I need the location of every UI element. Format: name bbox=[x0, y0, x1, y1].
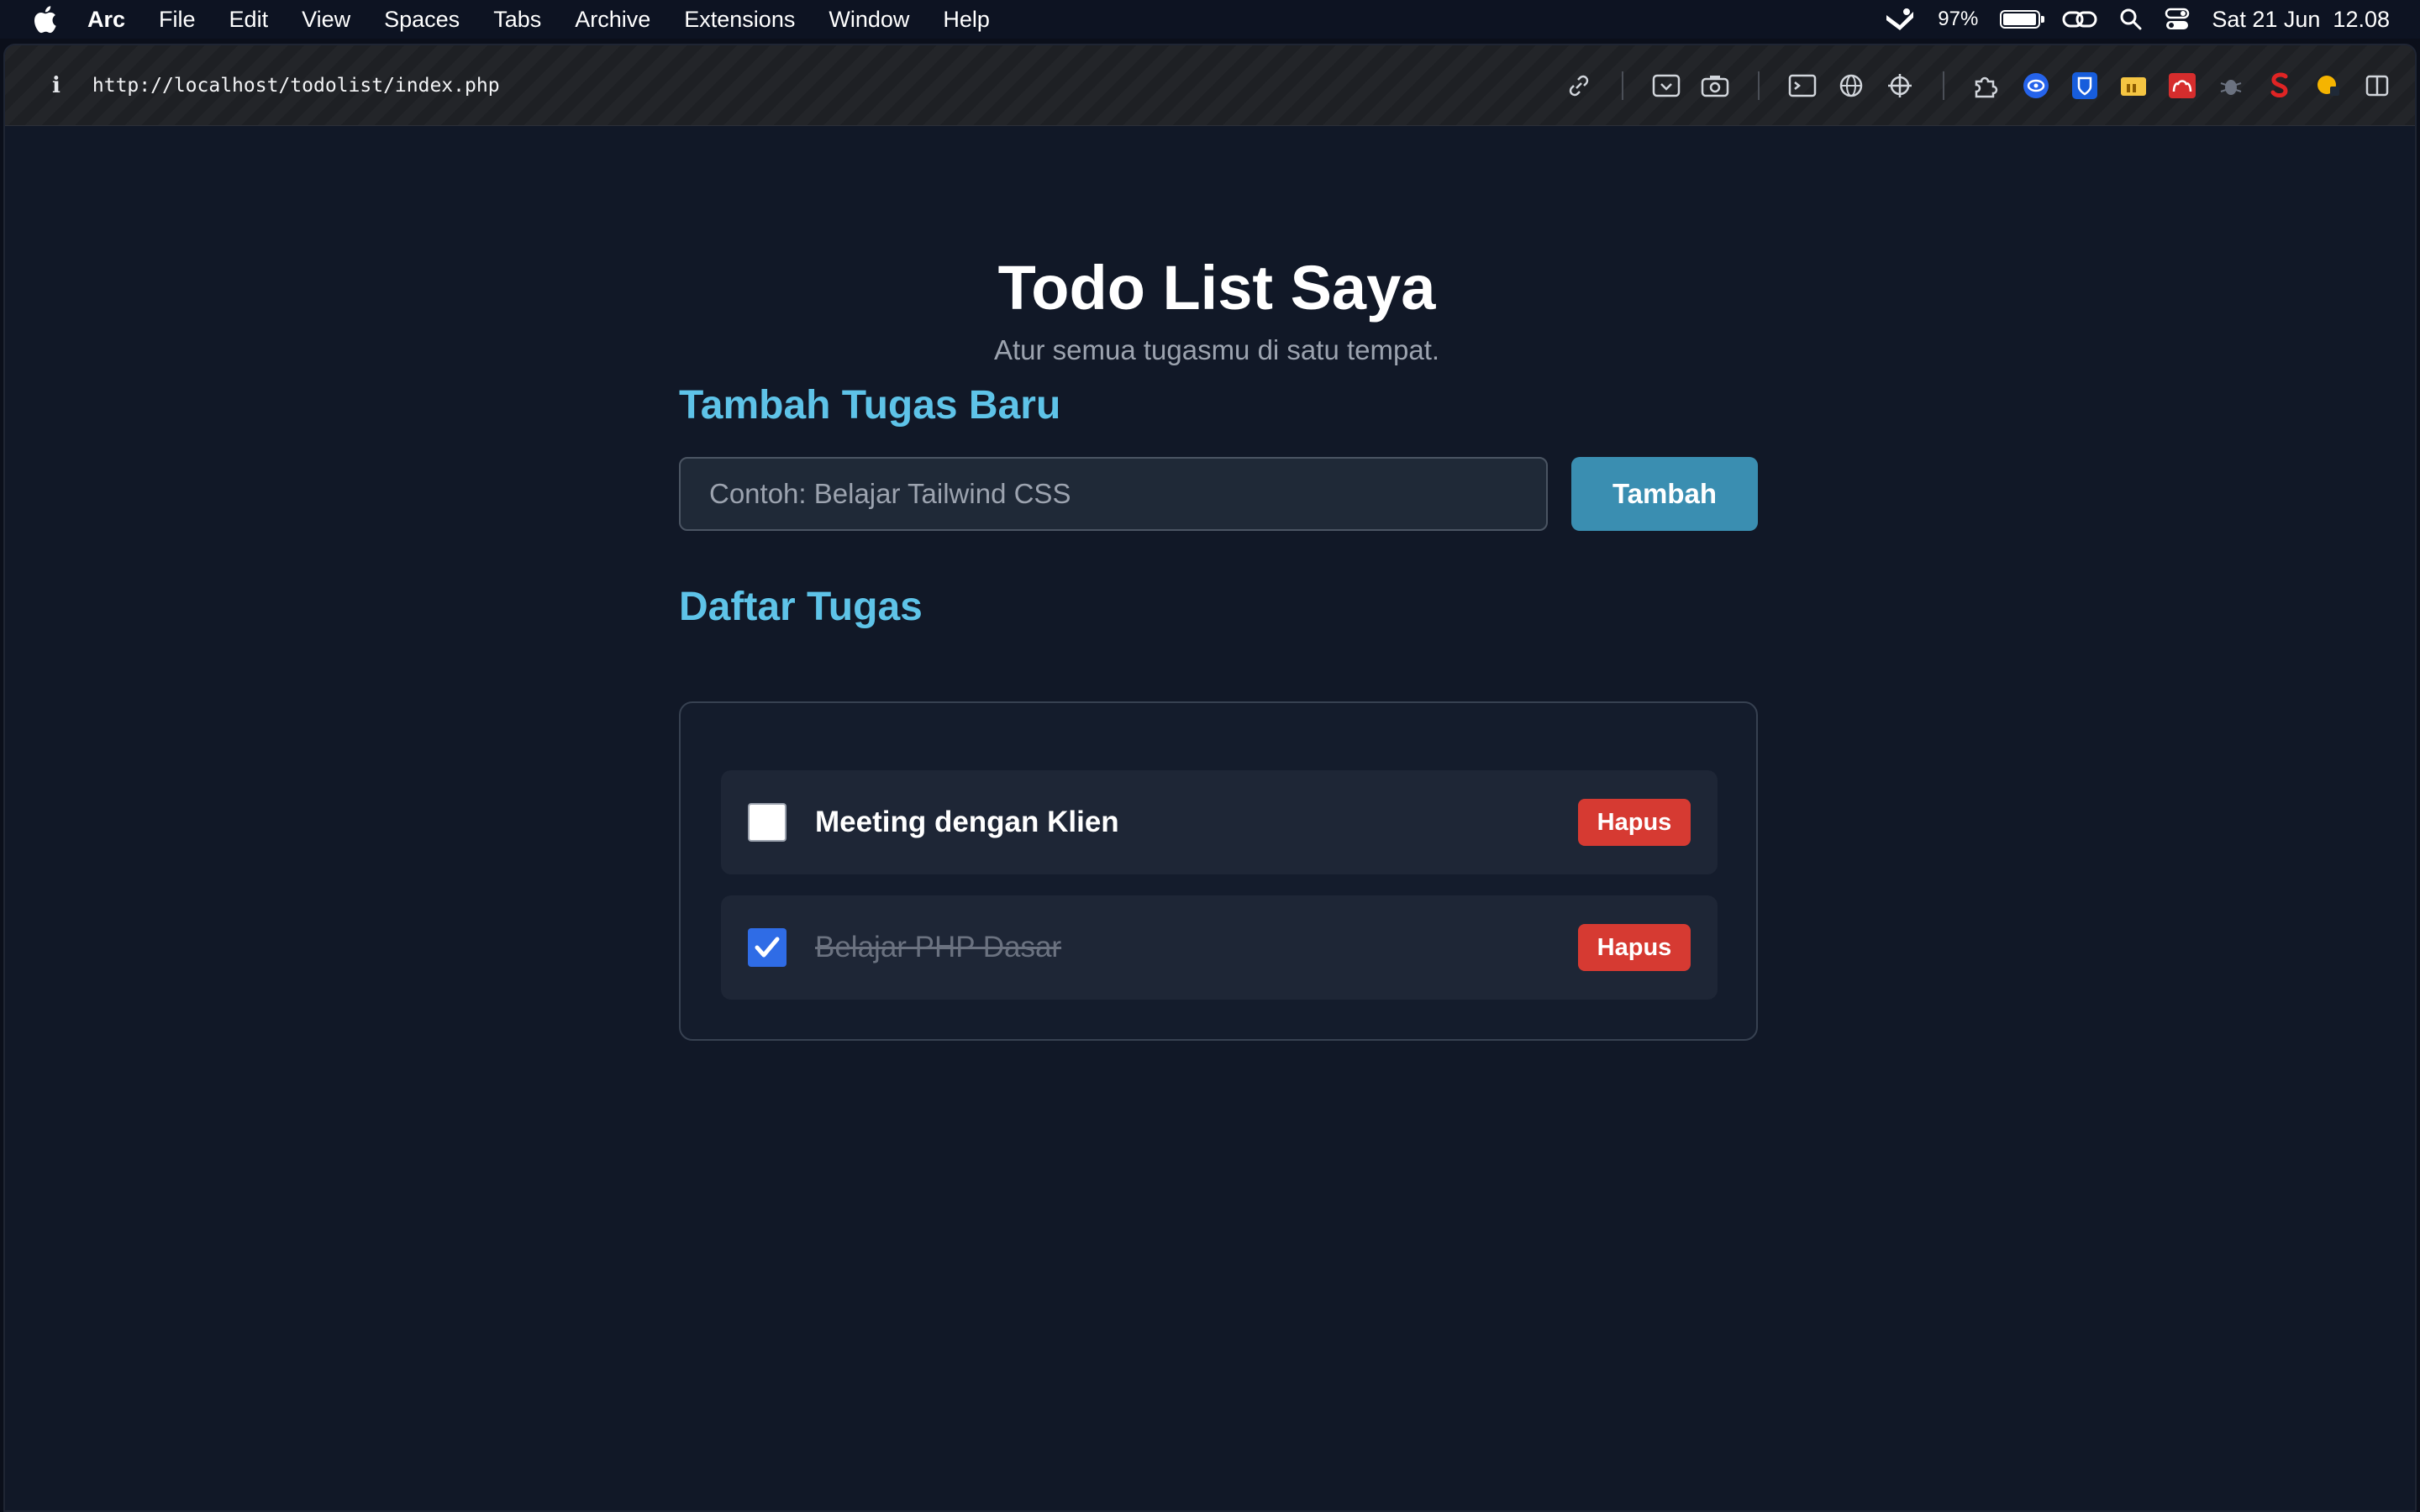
delete-task-button[interactable]: Hapus bbox=[1578, 924, 1691, 971]
menu-edit[interactable]: Edit bbox=[229, 7, 269, 33]
page-title: Todo List Saya bbox=[997, 253, 1436, 323]
shelf-app-icon[interactable] bbox=[1884, 7, 1916, 32]
task-label: Meeting dengan Klien bbox=[815, 806, 1119, 838]
task-list-heading: Daftar Tugas bbox=[679, 585, 923, 629]
add-task-heading: Tambah Tugas Baru bbox=[679, 383, 1061, 428]
menu-tabs[interactable]: Tabs bbox=[493, 7, 541, 33]
menubar-clock[interactable]: Sat 21 Jun 12.08 bbox=[2212, 7, 2390, 33]
site-info-icon[interactable]: i bbox=[52, 73, 60, 98]
bug-extension-icon[interactable] bbox=[2217, 71, 2245, 100]
toolbar-divider bbox=[1943, 71, 1944, 100]
macos-menu-bar: Arc File Edit View Spaces Tabs Archive E… bbox=[0, 0, 2420, 39]
menu-window[interactable]: Window bbox=[829, 7, 909, 33]
task-item: Meeting dengan Klien Hapus bbox=[721, 770, 1718, 874]
control-center-icon[interactable] bbox=[2165, 7, 2190, 32]
copy-link-icon[interactable] bbox=[1565, 71, 1593, 100]
new-task-input[interactable] bbox=[679, 457, 1548, 531]
task-checkbox[interactable] bbox=[748, 928, 786, 967]
task-label: Belajar PHP Dasar bbox=[815, 931, 1062, 963]
globe-icon[interactable] bbox=[1837, 71, 1865, 100]
url-bar[interactable]: http://localhost/todolist/index.php bbox=[92, 75, 500, 97]
seo-extension-icon[interactable] bbox=[2265, 71, 2294, 100]
user-extension-icon[interactable] bbox=[2314, 71, 2343, 100]
delete-task-button[interactable]: Hapus bbox=[1578, 799, 1691, 846]
menu-extensions[interactable]: Extensions bbox=[684, 7, 795, 33]
battery-percent: 97% bbox=[1938, 8, 1979, 30]
toolbar-divider bbox=[1758, 71, 1760, 100]
capture-icon[interactable] bbox=[1652, 71, 1681, 100]
spotlight-search-icon[interactable] bbox=[2119, 8, 2143, 31]
crosshair-icon[interactable] bbox=[1886, 71, 1914, 100]
add-task-button[interactable]: Tambah bbox=[1571, 457, 1758, 531]
toolbar-divider bbox=[1622, 71, 1623, 100]
camera-icon[interactable] bbox=[1701, 71, 1729, 100]
task-checkbox[interactable] bbox=[748, 803, 786, 842]
menu-archive[interactable]: Archive bbox=[575, 7, 650, 33]
link-app-icon[interactable] bbox=[2062, 8, 2097, 31]
terminal-icon[interactable] bbox=[1788, 71, 1817, 100]
menu-file[interactable]: File bbox=[159, 7, 196, 33]
battery-icon[interactable] bbox=[2000, 10, 2045, 29]
sidebar-toggle-icon[interactable] bbox=[2363, 71, 2391, 100]
browser-window: i http://localhost/todolist/index.php To… bbox=[3, 44, 2417, 1512]
eye-extension-icon[interactable] bbox=[2022, 71, 2050, 100]
task-item: Belajar PHP Dasar Hapus bbox=[721, 895, 1718, 1000]
menu-spaces[interactable]: Spaces bbox=[384, 7, 460, 33]
browser-toolbar: i http://localhost/todolist/index.php bbox=[5, 45, 2415, 126]
task-list: Meeting dengan Klien Hapus Belajar PHP D… bbox=[679, 701, 1758, 1041]
bitwarden-shield-icon[interactable] bbox=[2070, 71, 2099, 100]
apple-logo-icon[interactable] bbox=[32, 5, 60, 34]
folder-extension-icon[interactable] bbox=[2119, 71, 2148, 100]
mendeley-extension-icon[interactable] bbox=[2168, 71, 2196, 100]
menu-view[interactable]: View bbox=[302, 7, 350, 33]
page-content: Todo List Saya Atur semua tugasmu di sat… bbox=[5, 126, 2415, 1510]
battery-fill bbox=[2003, 13, 2037, 25]
menu-help[interactable]: Help bbox=[943, 7, 990, 33]
page-subtitle: Atur semua tugasmu di satu tempat. bbox=[993, 334, 1440, 365]
checkmark-icon bbox=[755, 937, 780, 958]
menu-app-arc[interactable]: Arc bbox=[87, 7, 125, 33]
extensions-puzzle-icon[interactable] bbox=[1973, 71, 2002, 100]
